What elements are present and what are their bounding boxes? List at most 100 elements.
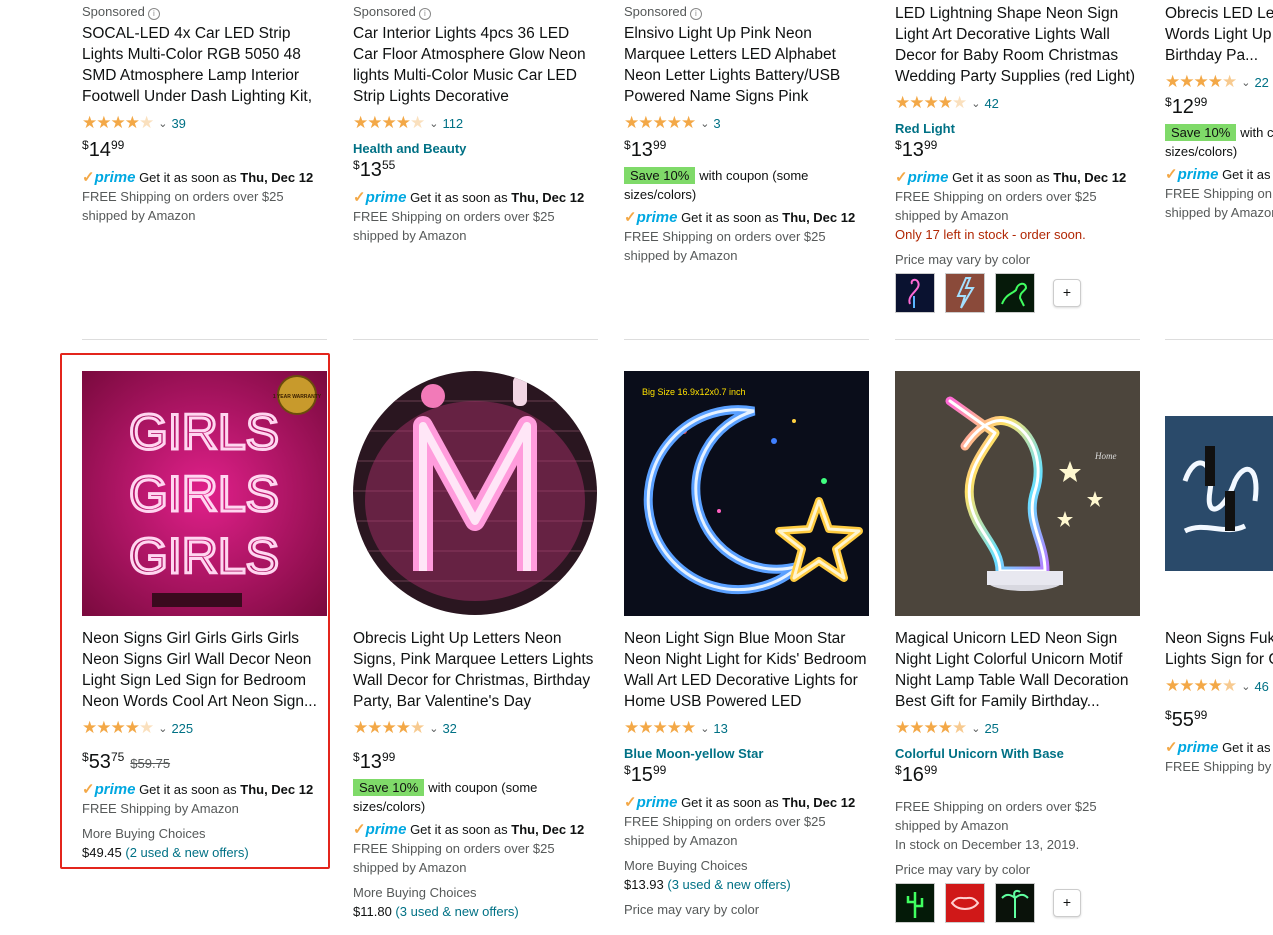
product-title[interactable]: Neon Light Sign Blue Moon Star Neon Nigh… bbox=[624, 628, 869, 712]
product-card[interactable]: Neon Signs Fuki Light White Han Lights S… bbox=[1165, 371, 1273, 776]
product-title[interactable]: SOCAL-LED 4x Car LED Strip Lights Multi-… bbox=[82, 23, 327, 107]
letter-m-neon-image bbox=[353, 371, 597, 615]
coupon[interactable]: Save 10%with coupon (some sizes/colors) bbox=[353, 778, 598, 816]
chevron-down-icon[interactable]: ⌄ bbox=[700, 117, 709, 130]
neon-text: GIRLS bbox=[129, 404, 279, 460]
rating-count[interactable]: 42 bbox=[984, 96, 998, 111]
chevron-down-icon[interactable]: ⌄ bbox=[158, 722, 167, 735]
rating[interactable]: ★★★★★ ⌄ 25 bbox=[895, 718, 1140, 738]
star-rating-icon: ★★★★★ bbox=[82, 718, 154, 737]
product-card[interactable]: LED Lightning Shape Neon Sign Light Art … bbox=[895, 0, 1140, 313]
coupon[interactable]: Save 10%with coupon (some sizes/colors) bbox=[624, 166, 869, 204]
product-title[interactable]: Neon Signs Fuki Light White Han Lights S… bbox=[1165, 628, 1273, 670]
price[interactable]: $1355 bbox=[353, 158, 598, 184]
rating[interactable]: ★★★★★ ⌄ 39 bbox=[82, 113, 327, 133]
product-title[interactable]: Neon Signs Girl Girls Girls Girls Neon S… bbox=[82, 628, 327, 712]
chevron-down-icon[interactable]: ⌄ bbox=[700, 722, 709, 735]
price[interactable]: $1399 bbox=[624, 138, 869, 164]
rating[interactable]: ★★★★★ ⌄ 13 bbox=[624, 718, 869, 738]
rating-count[interactable]: 39 bbox=[171, 116, 185, 131]
price[interactable]: $1399 bbox=[895, 138, 1140, 164]
rating-count[interactable]: 25 bbox=[984, 721, 998, 736]
product-image[interactable]: GIRLS GIRLS GIRLS 1 YEAR WARRANTY bbox=[82, 371, 327, 616]
variant-link[interactable]: Blue Moon-yellow Star bbox=[624, 746, 869, 761]
chevron-down-icon[interactable]: ⌄ bbox=[971, 722, 980, 735]
rating-count[interactable]: 13 bbox=[713, 721, 727, 736]
offers-link[interactable]: (3 used & new offers) bbox=[395, 904, 518, 919]
price[interactable]: $1299 bbox=[1165, 95, 1273, 121]
product-card[interactable]: Home Magical Unicorn LED Neon Sign Night… bbox=[895, 371, 1140, 923]
dinosaur-swatch[interactable] bbox=[995, 273, 1035, 313]
product-title[interactable]: Elnsivo Light Up Pink Neon Marquee Lette… bbox=[624, 23, 869, 107]
more-buying-choices: More Buying Choices $11.80 (3 used & new… bbox=[353, 885, 519, 919]
rating-count[interactable]: 46 bbox=[1254, 679, 1268, 694]
price[interactable]: $5599 bbox=[1165, 708, 1273, 734]
star-rating-icon: ★★★★★ bbox=[895, 93, 967, 112]
price[interactable]: $1399 bbox=[353, 750, 598, 776]
variant-link[interactable]: Health and Beauty bbox=[353, 141, 598, 156]
delivery-info: ✓prime Get it as soon as Thu, Dec 12 FRE… bbox=[624, 794, 856, 848]
product-card[interactable]: Big Size 16.9x12x0.7 inch Neon Light Sig… bbox=[624, 371, 869, 917]
price[interactable]: $1599 bbox=[624, 763, 869, 789]
cactus-swatch[interactable] bbox=[895, 883, 935, 923]
rating[interactable]: ★★★★★ ⌄ 46 bbox=[1165, 676, 1273, 696]
chevron-down-icon[interactable]: ⌄ bbox=[971, 97, 980, 110]
variant-link[interactable]: Red Light bbox=[895, 121, 1140, 136]
rating[interactable]: ★★★★★ ⌄ 42 bbox=[895, 93, 1140, 113]
coupon-badge[interactable]: Save 10% bbox=[1165, 124, 1237, 141]
rating-count[interactable]: 3 bbox=[713, 116, 720, 131]
rating[interactable]: ★★★★★ ⌄ 32 bbox=[353, 718, 598, 738]
rating-count[interactable]: 32 bbox=[442, 721, 456, 736]
chevron-down-icon[interactable]: ⌄ bbox=[429, 117, 438, 130]
more-colors-button[interactable]: + bbox=[1053, 279, 1081, 307]
offers-link[interactable]: (2 used & new offers) bbox=[125, 845, 248, 860]
palm-tree-swatch[interactable] bbox=[995, 883, 1035, 923]
prime-badge-icon: ✓prime bbox=[353, 189, 407, 206]
rating[interactable]: ★★★★★ ⌄ 112 bbox=[353, 113, 598, 133]
coupon-badge[interactable]: Save 10% bbox=[624, 167, 696, 184]
product-card-highlighted[interactable]: GIRLS GIRLS GIRLS 1 YEAR WARRANTY Neon S… bbox=[82, 371, 327, 862]
product-image[interactable]: Home bbox=[895, 371, 1140, 616]
info-icon[interactable]: i bbox=[147, 8, 160, 20]
product-card[interactable]: Sponsored i Car Interior Lights 4pcs 36 L… bbox=[353, 0, 598, 245]
lips-swatch[interactable] bbox=[945, 883, 985, 923]
coupon-badge[interactable]: Save 10% bbox=[353, 779, 425, 796]
price[interactable]: $5375 $59.75 bbox=[82, 750, 327, 776]
lightning-swatch[interactable] bbox=[945, 273, 985, 313]
product-image[interactable]: Big Size 16.9x12x0.7 inch bbox=[624, 371, 869, 616]
price[interactable]: $1699 bbox=[895, 763, 1140, 789]
product-title[interactable]: Obrecis Light Up Letters Neon Signs, Pin… bbox=[353, 628, 598, 712]
product-card[interactable]: Sponsored i SOCAL-LED 4x Car LED Strip Li… bbox=[82, 0, 327, 225]
product-image[interactable] bbox=[1165, 371, 1273, 616]
rating[interactable]: ★★★★★ ⌄ 22 bbox=[1165, 72, 1273, 92]
product-title[interactable]: LED Lightning Shape Neon Sign Light Art … bbox=[895, 3, 1140, 87]
rating[interactable]: ★★★★★ ⌄ 225 bbox=[82, 718, 327, 738]
rating-count[interactable]: 22 bbox=[1254, 75, 1268, 90]
info-icon[interactable]: i bbox=[418, 8, 431, 20]
price[interactable]: $1499 bbox=[82, 138, 327, 164]
product-image[interactable] bbox=[353, 371, 598, 616]
offers-link[interactable]: (3 used & new offers) bbox=[667, 877, 790, 892]
coupon[interactable]: Save 10%with coupon (some sizes/colors) bbox=[1165, 123, 1273, 161]
chevron-down-icon[interactable]: ⌄ bbox=[158, 117, 167, 130]
variant-link[interactable]: Colorful Unicorn With Base bbox=[895, 746, 1140, 761]
star-rating-icon: ★★★★★ bbox=[895, 718, 967, 737]
product-card[interactable]: Obrecis LED Letter Lights Alphabet Words… bbox=[1165, 0, 1273, 222]
rating-count[interactable]: 112 bbox=[442, 116, 463, 131]
product-title[interactable]: Car Interior Lights 4pcs 36 LED Car Floo… bbox=[353, 23, 598, 107]
product-title[interactable]: Magical Unicorn LED Neon Sign Night Ligh… bbox=[895, 628, 1140, 712]
flamingo-swatch[interactable] bbox=[895, 273, 935, 313]
chevron-down-icon[interactable]: ⌄ bbox=[1241, 680, 1250, 693]
product-title[interactable]: Obrecis LED Letter Lights Alphabet Words… bbox=[1165, 3, 1273, 66]
divider bbox=[353, 339, 598, 340]
rating-count[interactable]: 225 bbox=[171, 721, 193, 736]
more-colors-button[interactable]: + bbox=[1053, 889, 1081, 917]
chevron-down-icon[interactable]: ⌄ bbox=[429, 722, 438, 735]
rating[interactable]: ★★★★★ ⌄ 3 bbox=[624, 113, 869, 133]
product-card[interactable]: Obrecis Light Up Letters Neon Signs, Pin… bbox=[353, 371, 598, 921]
delivery-info: ✓prime Get it as soon as Thu, Dec 12 FRE… bbox=[895, 169, 1127, 223]
product-card[interactable]: Sponsored i Elnsivo Light Up Pink Neon Ma… bbox=[624, 0, 869, 265]
info-icon[interactable]: i bbox=[689, 8, 702, 20]
stock-warning: Only 17 left in stock - order soon. bbox=[895, 227, 1086, 242]
chevron-down-icon[interactable]: ⌄ bbox=[1241, 76, 1250, 89]
